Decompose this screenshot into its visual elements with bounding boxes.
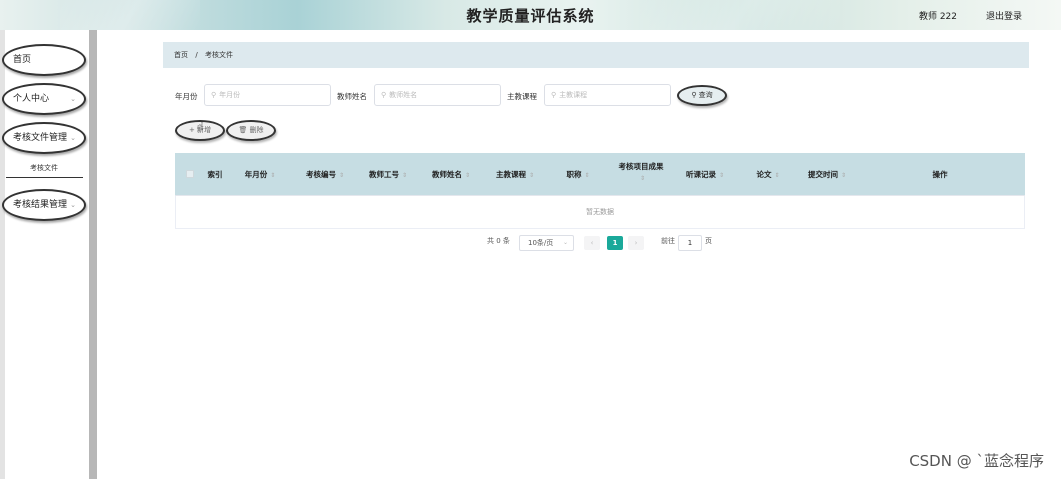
teacher-name-label: 教师姓名 — [337, 92, 367, 101]
column-header[interactable]: 教师工号 ⇕ — [358, 153, 418, 196]
sidebar-item-label: 首页 — [13, 55, 32, 65]
breadcrumb-separator: / — [195, 51, 198, 59]
sidebar: 首页 个人中心 ⌄ 考核文件管理 ⌄ 考核文件 考核结果管理 ⌄ — [0, 30, 97, 479]
sidebar-item-personal-center[interactable]: 个人中心 ⌄ — [2, 83, 86, 115]
column-header[interactable]: 主教课程 ⇕ — [485, 153, 545, 196]
hand-cursor-icon: ☝ — [197, 120, 204, 133]
column-header: 索引 — [207, 170, 223, 179]
main-course-label: 主教课程 — [507, 92, 537, 101]
column-header[interactable]: 教师姓名 ⇕ — [421, 153, 481, 196]
goto-page-input[interactable]: 1 — [678, 235, 702, 251]
sidebar-item-label: 个人中心 — [13, 94, 50, 104]
breadcrumb-current: 考核文件 — [205, 51, 234, 59]
breadcrumb: 首页 / 考核文件 — [163, 42, 1029, 68]
column-header[interactable]: 职称 ⇕ — [553, 153, 603, 196]
search-icon: ⚲ — [381, 91, 387, 99]
sidebar-item-label: 考核结果管理 — [13, 200, 68, 210]
chevron-down-icon: ⌄ — [70, 95, 76, 103]
next-page-button[interactable]: › — [628, 236, 644, 250]
sidebar-scrollbar[interactable] — [89, 30, 97, 479]
data-table: 索引 年月份 ⇕ 考核编号 ⇕ 教师工号 ⇕ 教师姓名 ⇕ 主教课程 ⇕ 职称 ⇕ 考核项目… — [175, 153, 1025, 229]
column-header[interactable]: 听课记录 ⇕ — [675, 153, 735, 196]
teacher-name-input[interactable]: ⚲ 教师姓名 — [374, 84, 501, 106]
column-header: 操作 — [932, 170, 948, 179]
sidebar-item-assessment-results[interactable]: 考核结果管理 ⌄ — [2, 189, 86, 221]
main-content: 首页 / 考核文件 年月份 ⚲ 年月份 教师姓名 ⚲ 教师姓名 主教课程 ⚲ 主教课程… — [97, 30, 1061, 479]
search-icon: ⚲ — [551, 91, 557, 99]
column-header[interactable]: 论文 ⇕ — [743, 153, 793, 196]
page-suffix-label: 页 — [705, 237, 712, 245]
year-month-input[interactable]: ⚲ 年月份 — [204, 84, 331, 106]
app-header: 教学质量评估系统 教师 222 退出登录 — [0, 0, 1061, 30]
prev-page-button[interactable]: ‹ — [584, 236, 600, 250]
breadcrumb-home[interactable]: 首页 — [174, 51, 188, 59]
table-empty-row: 暂无数据 — [175, 196, 1025, 229]
column-header[interactable]: 考核编号 ⇕ — [295, 153, 355, 196]
column-header[interactable]: 年月份 ⇕ — [235, 153, 285, 196]
chevron-down-icon: ⌄ — [562, 239, 568, 246]
column-header[interactable]: 提交时间 ⇕ — [797, 153, 857, 196]
current-user: 教师 222 — [918, 12, 957, 22]
app-title: 教学质量评估系统 — [466, 7, 595, 25]
watermark: CSDN @ `蓝念程序 — [909, 452, 1044, 470]
page-size-select[interactable]: 10条/页 ⌄ — [519, 235, 574, 251]
pagination-total: 共 0 条 — [487, 237, 510, 245]
submenu-active-underline — [6, 177, 83, 178]
column-header[interactable]: 考核项目成果 ⇕ — [611, 153, 671, 196]
select-all-checkbox[interactable] — [186, 170, 194, 178]
table-header: 索引 年月份 ⇕ 考核编号 ⇕ 教师工号 ⇕ 教师姓名 ⇕ 主教课程 ⇕ 职称 ⇕ 考核项目… — [175, 153, 1025, 196]
delete-button[interactable]: 🗑 删除 — [226, 120, 276, 141]
search-icon: ⚲ — [211, 91, 217, 99]
logout-link[interactable]: 退出登录 — [986, 9, 1022, 22]
submenu-item-assessment-file[interactable]: 考核文件 — [6, 159, 82, 177]
page-number-current[interactable]: 1 — [607, 236, 623, 250]
year-month-label: 年月份 — [175, 92, 198, 101]
trash-icon: 🗑 — [238, 126, 250, 134]
goto-label: 前往 — [661, 237, 675, 245]
sidebar-item-label: 考核文件管理 — [13, 133, 68, 143]
search-icon: ⚲ — [691, 91, 699, 99]
main-course-input[interactable]: ⚲ 主教课程 — [544, 84, 671, 106]
chevron-down-icon: ⌄ — [70, 201, 76, 209]
query-button[interactable]: ⚲ 查询 — [677, 85, 727, 106]
chevron-down-icon: ⌄ — [70, 134, 76, 142]
sidebar-item-home[interactable]: 首页 — [2, 44, 86, 76]
sidebar-item-assessment-files[interactable]: 考核文件管理 ⌄ — [2, 122, 86, 154]
